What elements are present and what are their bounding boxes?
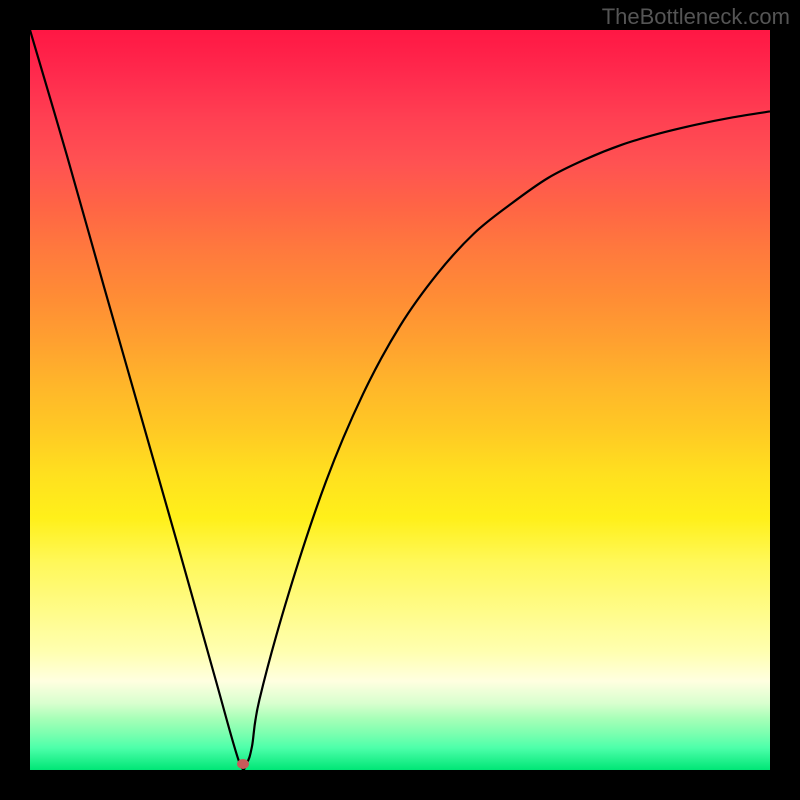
chart-frame: TheBottleneck.com — [0, 0, 800, 800]
bottleneck-curve — [30, 30, 770, 770]
curve-svg — [30, 30, 770, 770]
attribution-text: TheBottleneck.com — [602, 4, 790, 30]
plot-area — [30, 30, 770, 770]
minimum-marker — [237, 759, 249, 769]
